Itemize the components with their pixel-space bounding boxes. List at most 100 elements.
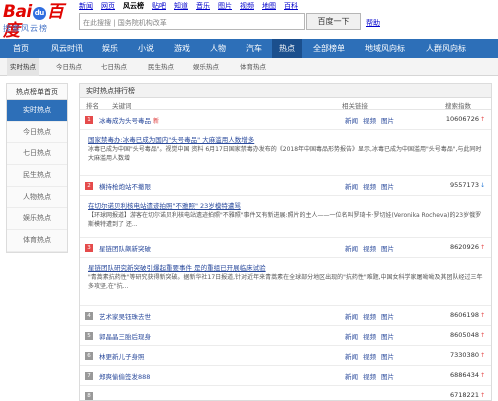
search-index: 6718221	[450, 391, 479, 399]
news-link[interactable]: 新闻	[345, 353, 358, 361]
mainnav-news[interactable]: 风云时讯	[42, 39, 92, 58]
mainnav-cars[interactable]: 汽车	[236, 39, 272, 58]
video-link[interactable]: 视频	[363, 373, 376, 381]
image-link[interactable]: 图片	[381, 333, 394, 341]
detail-summary: 【环球网报道】游客在切尔诺贝利核电站遗迹拍照"不雅照"事件又有新进展:照片的主人…	[88, 212, 482, 228]
keyword-link[interactable]: 横持枪炮站不撤限	[99, 181, 151, 191]
table-row: 7 郑爽偷偷签发888 新闻 视频 图片 6886434↑	[80, 366, 491, 386]
news-link[interactable]: 新闻	[345, 313, 358, 321]
mainnav-games[interactable]: 游戏	[164, 39, 200, 58]
search-index: 6886434	[450, 371, 479, 379]
detail-title-link[interactable]: 星链团队研究新突破引爆起重要事件 是的重组已开展临床试验	[88, 262, 483, 272]
table-row: 3 星链团队飙新突破 新闻 视频 图片 8620926↑	[80, 238, 491, 258]
subnav-livelihood[interactable]: 民生热点	[148, 58, 174, 76]
hot-detail: 在切尔诺贝利核电站遗迹拍照"不雅照" 23岁模特遭骂 【环球网报道】游客在切尔诺…	[80, 196, 491, 238]
topnav-images[interactable]: 图片	[218, 1, 232, 11]
sidebar-item-today[interactable]: 今日热点	[7, 122, 67, 144]
baidu-logo[interactable]: Bai du 百度 搜索风云榜	[3, 3, 75, 41]
mainnav-entertainment[interactable]: 娱乐	[92, 39, 128, 58]
up-arrow-icon: ↑	[479, 116, 485, 123]
image-link[interactable]: 图片	[381, 117, 394, 125]
detail-title-link[interactable]: 国家禁毒办:冰毒已成为国内"头号毒品" 大麻滥用人数增多	[88, 134, 483, 144]
mainnav-novel[interactable]: 小说	[128, 39, 164, 58]
rank-badge: 2	[85, 182, 93, 190]
down-arrow-icon: ↓	[479, 182, 485, 189]
mainnav-all-lists[interactable]: 全部榜单	[302, 39, 356, 58]
up-arrow-icon: ↑	[479, 372, 485, 379]
main-nav: 首页 风云时讯 娱乐 小说 游戏 人物 汽车 热点 全部榜单 地域风向标 人群风…	[0, 39, 498, 58]
keyword-link[interactable]: 星链团队飙新突破	[99, 243, 151, 253]
subnav-sports[interactable]: 体育热点	[240, 58, 266, 76]
image-link[interactable]: 图片	[381, 183, 394, 191]
keyword-link[interactable]: 郑爽偷偷签发888	[99, 371, 150, 381]
news-link[interactable]: 新闻	[345, 333, 358, 341]
news-link[interactable]: 新闻	[345, 373, 358, 381]
logo-subtitle: 搜索风云榜	[3, 24, 48, 33]
table-row: 2 横持枪炮站不撤限 新闻 视频 图片 9557173↓	[80, 176, 491, 196]
sidebar-item-livelihood[interactable]: 民生热点	[7, 165, 67, 187]
logo-text: Bai du 百度	[3, 2, 64, 41]
video-link[interactable]: 视频	[363, 183, 376, 191]
video-link[interactable]: 视频	[363, 313, 376, 321]
topnav-music[interactable]: 音乐	[196, 1, 210, 11]
sidebar-item-entertainment[interactable]: 娱乐热点	[7, 208, 67, 231]
top-nav: 新闻 网页 风云榜 贴吧 知道 音乐 图片 视频 地图 百科	[79, 1, 298, 11]
keyword-link[interactable]: 郭晶晶三胎后现身	[99, 331, 151, 341]
video-link[interactable]: 视频	[363, 333, 376, 341]
search-button[interactable]: 百度一下	[306, 13, 361, 30]
topnav-baike[interactable]: 百科	[284, 1, 298, 11]
image-link[interactable]: 图片	[381, 373, 394, 381]
rank-badge: 5	[85, 332, 93, 340]
subnav-today[interactable]: 今日热点	[56, 58, 82, 76]
search-index: 8605048	[450, 331, 479, 339]
detail-summary: 冰毒已成为中国"头号毒品"。视觉中国 资料 6月17日国家禁毒办发布的《2018…	[88, 146, 482, 162]
topnav-news[interactable]: 新闻	[79, 1, 93, 11]
topnav-fengyunbang[interactable]: 风云榜	[123, 1, 144, 11]
sidebar-head[interactable]: 热点榜单首页	[7, 84, 67, 100]
news-link[interactable]: 新闻	[345, 117, 358, 125]
column-headers: 排名 关键词 相关链接 搜索指数	[80, 98, 491, 110]
topnav-video[interactable]: 视频	[240, 1, 254, 11]
table-row: 6 林更新儿子身照 新闻 视频 图片 7330380↑	[80, 346, 491, 366]
sidebar-item-seven-day[interactable]: 七日热点	[7, 143, 67, 166]
sidebar-item-sports[interactable]: 体育热点	[7, 230, 67, 252]
mainnav-crowd[interactable]: 人群风向标	[414, 39, 478, 58]
subnav-entertainment[interactable]: 娱乐热点	[193, 58, 219, 76]
search-input[interactable]: 在此搜搜 | 国务院机构改革	[79, 13, 305, 30]
detail-summary: "青蒿素抗药性"等研究获得新突破。据新华社17日报道,针对近年来青蒿素在全球部分…	[88, 274, 483, 290]
video-link[interactable]: 视频	[363, 117, 376, 125]
keyword-link[interactable]: 艺术家吴钰珠去世	[99, 311, 151, 321]
hot-detail: 国家禁毒办:冰毒已成为国内"头号毒品" 大麻滥用人数增多 冰毒已成为中国"头号毒…	[80, 130, 491, 176]
news-link[interactable]: 新闻	[345, 183, 358, 191]
col-index: 搜索指数	[445, 102, 471, 110]
keyword-link[interactable]: 林更新儿子身照	[99, 351, 145, 361]
paw-icon: du	[32, 7, 46, 20]
rank-badge: 6	[85, 352, 93, 360]
mainnav-home[interactable]: 首页	[0, 39, 42, 58]
hot-list-panel: 实时热点排行榜 排名 关键词 相关链接 搜索指数 1 冰毒成为头号毒品新 新闻视…	[79, 83, 492, 401]
subnav-realtime[interactable]: 实时热点	[7, 58, 39, 76]
topnav-map[interactable]: 地图	[262, 1, 276, 11]
mainnav-hot[interactable]: 热点	[272, 39, 302, 58]
col-related: 相关链接	[342, 102, 368, 110]
keyword-link[interactable]: 冰毒成为头号毒品新	[99, 115, 159, 125]
help-link[interactable]: 帮助	[366, 18, 380, 28]
sub-nav: 实时热点 今日热点 七日热点 民生热点 娱乐热点 体育热点	[0, 58, 498, 76]
topnav-zhidao[interactable]: 知道	[174, 1, 188, 11]
image-link[interactable]: 图片	[381, 313, 394, 321]
image-link[interactable]: 图片	[381, 353, 394, 361]
sidebar-item-realtime[interactable]: 实时热点	[7, 100, 67, 122]
mainnav-region[interactable]: 地域风向标	[356, 39, 414, 58]
sidebar-item-people[interactable]: 人物热点	[7, 187, 67, 209]
image-link[interactable]: 图片	[381, 245, 394, 253]
subnav-seven-day[interactable]: 七日热点	[101, 58, 127, 76]
table-row: 4 艺术家吴钰珠去世 新闻 视频 图片 8606198↑	[80, 306, 491, 326]
mainnav-people[interactable]: 人物	[200, 39, 236, 58]
topnav-tieba[interactable]: 贴吧	[152, 1, 166, 11]
up-arrow-icon: ↑	[479, 392, 485, 399]
topnav-web[interactable]: 网页	[101, 1, 115, 11]
video-link[interactable]: 视频	[363, 353, 376, 361]
news-link[interactable]: 新闻	[345, 245, 358, 253]
detail-title-link[interactable]: 在切尔诺贝利核电站遗迹拍照"不雅照" 23岁模特遭骂	[88, 200, 483, 210]
video-link[interactable]: 视频	[363, 245, 376, 253]
